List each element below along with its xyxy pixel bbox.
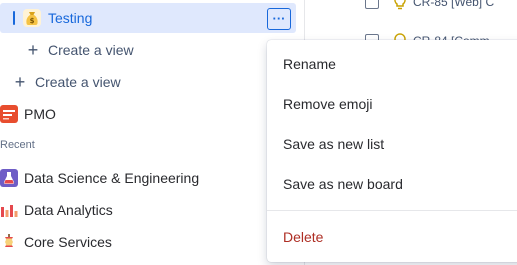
issue-row[interactable]: CR-85 [Web] C: [305, 0, 517, 16]
create-view-label: Create a view: [35, 74, 121, 90]
plus-icon: +: [27, 40, 39, 60]
menu-item-delete[interactable]: Delete: [267, 217, 517, 257]
pmo-icon: [0, 105, 18, 123]
plus-icon: +: [14, 72, 26, 92]
flask-icon: [0, 169, 18, 187]
sidebar-item-label: Core Services: [24, 234, 112, 250]
svg-text:$: $: [30, 17, 35, 25]
selection-indicator: [13, 11, 15, 25]
menu-item-save-as-list[interactable]: Save as new list: [267, 124, 517, 164]
create-view-nested-button[interactable]: + Create a view: [26, 34, 134, 66]
menu-item-remove-emoji[interactable]: Remove emoji: [267, 84, 517, 124]
create-view-label: Create a view: [48, 42, 134, 58]
recent-section-label: Recent: [0, 139, 35, 151]
money-bag-icon: $: [23, 9, 41, 27]
menu-item-save-as-board[interactable]: Save as new board: [267, 164, 517, 204]
sidebar-item-pmo[interactable]: PMO: [0, 98, 56, 130]
sidebar-item-data-analytics[interactable]: Data Analytics: [0, 194, 113, 226]
create-view-button[interactable]: + Create a view: [13, 66, 121, 98]
row-checkbox[interactable]: [365, 0, 379, 9]
menu-item-rename[interactable]: Rename: [267, 44, 517, 84]
sidebar-item-label: PMO: [24, 106, 56, 122]
issue-title: CR-85 [Web] C: [413, 0, 495, 9]
sidebar-item-data-science[interactable]: Data Science & Engineering: [0, 162, 199, 194]
sidebar-item-core-services[interactable]: Core Services: [0, 226, 112, 258]
context-menu: Rename Remove emoji Save as new list Sav…: [267, 40, 517, 262]
menu-item-label: Remove emoji: [283, 96, 373, 112]
menu-item-label: Save as new board: [283, 176, 403, 192]
menu-item-label: Delete: [283, 229, 324, 245]
sidebar-item-label: Data Analytics: [24, 202, 113, 218]
sidebar-item-label: Testing: [48, 10, 93, 26]
menu-item-label: Rename: [283, 56, 336, 72]
menu-divider: [267, 210, 517, 211]
sidebar: $ Testing ··· + Create a view + Create a…: [0, 0, 300, 265]
apple-core-icon: [0, 233, 18, 251]
sidebar-item-label: Data Science & Engineering: [24, 170, 200, 186]
bar-chart-icon: [0, 201, 18, 219]
sidebar-item-testing[interactable]: $ Testing ···: [0, 3, 296, 33]
menu-item-label: Save as new list: [283, 136, 385, 152]
more-icon: ···: [272, 11, 286, 26]
lightbulb-icon: [394, 0, 406, 10]
more-actions-button[interactable]: ···: [267, 8, 291, 30]
